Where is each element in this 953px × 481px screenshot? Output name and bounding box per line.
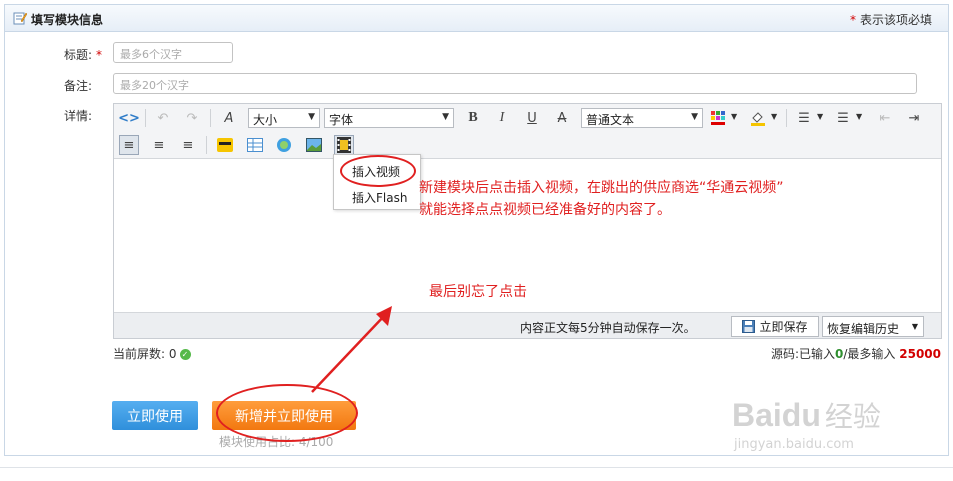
image-icon[interactable] — [304, 135, 324, 155]
screen-count-label: 当前屏数: — [113, 347, 166, 361]
annotation-line1: 新建模块后点击插入视频，在跳出的供应商选“华通云视频” — [419, 180, 784, 196]
screen-count-value: 0 — [168, 347, 177, 361]
undo-icon[interactable]: ↶ — [153, 108, 173, 128]
watermark-brand: Bai — [732, 397, 782, 433]
baidu-jingyan-watermark: Baidu 经验 jingyan.baidu.com — [732, 395, 881, 452]
toolbar-divider — [145, 109, 146, 127]
table-icon[interactable] — [245, 135, 265, 155]
source-count-prefix: 源码:已输入 — [770, 347, 836, 361]
screen-count: 当前屏数: 0 ✓ — [113, 345, 191, 362]
indent-icon[interactable]: ⇥ — [904, 108, 924, 128]
strikethrough-button[interactable]: A — [552, 108, 572, 128]
toolbar-divider — [210, 109, 211, 127]
highlight-ellipse — [340, 155, 416, 187]
required-note: * 表示该项必填 — [850, 11, 932, 28]
page-divider — [0, 467, 953, 468]
redo-icon[interactable]: ↷ — [182, 108, 202, 128]
check-icon: ✓ — [179, 349, 191, 360]
autosave-note: 内容正文每5分钟自动保存一次。 — [520, 321, 696, 335]
source-count-max: 25000 — [899, 347, 941, 361]
annotation-line2: 就能选择点点视频已经准备好的内容了。 — [419, 202, 671, 218]
bullet-list-icon[interactable]: ☰ — [794, 108, 814, 128]
note-label: 备注: — [64, 79, 93, 93]
chevron-down-icon[interactable]: ▼ — [856, 112, 862, 121]
align-left-icon[interactable]: ≡ — [119, 135, 139, 155]
annotation-arrow — [311, 306, 392, 393]
rich-text-editor: <> ↶ ↷ A 大小 ▼ 字体 ▼ B I U A 普通文本 ▼ ▼ ▼ ☰ ▼ ☰… — [113, 103, 942, 339]
chevron-down-icon: ▼ — [308, 112, 315, 122]
watermark-cn: 经验 — [824, 400, 881, 433]
detail-label: 详情: — [64, 109, 93, 123]
toolbar-divider — [786, 109, 787, 127]
save-now-button[interactable]: 立即保存 — [731, 316, 819, 337]
watermark-url: jingyan.baidu.com — [734, 437, 854, 452]
underline-button[interactable]: U — [522, 108, 542, 128]
chevron-down-icon: ▼ — [691, 112, 698, 122]
bold-button[interactable]: B — [463, 108, 483, 128]
chevron-down-icon: ▼ — [442, 112, 449, 122]
title-label: 标题: * — [64, 46, 102, 63]
outdent-icon[interactable]: ⇤ — [875, 108, 895, 128]
title-label-text: 标题: — [64, 48, 93, 62]
panel-title: 填写模块信息 — [31, 13, 104, 27]
floppy-disk-icon — [742, 320, 756, 333]
emoticon-icon[interactable] — [215, 135, 235, 155]
font-size-select[interactable]: 大小 ▼ — [248, 108, 320, 128]
editor-toolbar: <> ↶ ↷ A 大小 ▼ 字体 ▼ B I U A 普通文本 ▼ ▼ ▼ ☰ ▼ ☰… — [114, 104, 941, 159]
toolbar-divider — [206, 136, 207, 154]
menu-item-insert-flash[interactable]: 插入Flash — [352, 189, 407, 206]
font-family-value: 字体 — [329, 113, 354, 127]
paragraph-format-value: 普通文本 — [586, 113, 635, 127]
use-now-button[interactable]: 立即使用 — [112, 401, 198, 430]
source-count-middle: /最多输入 — [843, 347, 896, 361]
align-right-icon[interactable]: ≡ — [178, 135, 198, 155]
source-code-icon[interactable]: <> — [118, 108, 140, 128]
restore-history-select[interactable]: 恢复编辑历史 ▼ — [822, 316, 924, 337]
chevron-down-icon[interactable]: ▼ — [731, 112, 737, 121]
font-family-select[interactable]: 字体 ▼ — [324, 108, 454, 128]
restore-history-label: 恢复编辑历史 — [827, 322, 900, 336]
chevron-down-icon: ▼ — [911, 322, 918, 331]
chevron-down-icon[interactable]: ▼ — [817, 112, 823, 121]
title-required-star: * — [96, 48, 103, 62]
note-input[interactable]: 最多20个汉字 — [113, 73, 917, 94]
link-icon[interactable] — [274, 135, 294, 155]
source-count: 源码:已输入0/最多输入 25000 — [771, 345, 941, 362]
panel-header: 填写模块信息 * 表示该项必填 — [5, 5, 948, 32]
title-input[interactable]: 最多6个汉字 — [113, 42, 233, 63]
clear-format-icon[interactable]: A — [219, 108, 239, 128]
required-note-text: 表示该项必填 — [859, 13, 932, 27]
font-size-value: 大小 — [253, 113, 278, 127]
watermark-paw-du: du — [781, 397, 821, 433]
video-icon[interactable] — [334, 135, 354, 155]
chevron-down-icon[interactable]: ▼ — [771, 112, 777, 121]
editor-statusbar: 内容正文每5分钟自动保存一次。 立即保存 恢复编辑历史 ▼ — [114, 312, 941, 338]
highlight-color-icon[interactable] — [748, 108, 768, 128]
required-star: * — [849, 13, 856, 27]
font-color-icon[interactable] — [708, 108, 728, 128]
align-center-icon[interactable]: ≡ — [149, 135, 169, 155]
italic-button[interactable]: I — [492, 108, 512, 128]
annotation-bottom: 最后别忘了点击 — [429, 284, 527, 300]
edit-note-icon — [13, 12, 27, 25]
save-now-label: 立即保存 — [759, 320, 808, 334]
paragraph-format-select[interactable]: 普通文本 ▼ — [581, 108, 703, 128]
numbered-list-icon[interactable]: ☰ — [833, 108, 853, 128]
